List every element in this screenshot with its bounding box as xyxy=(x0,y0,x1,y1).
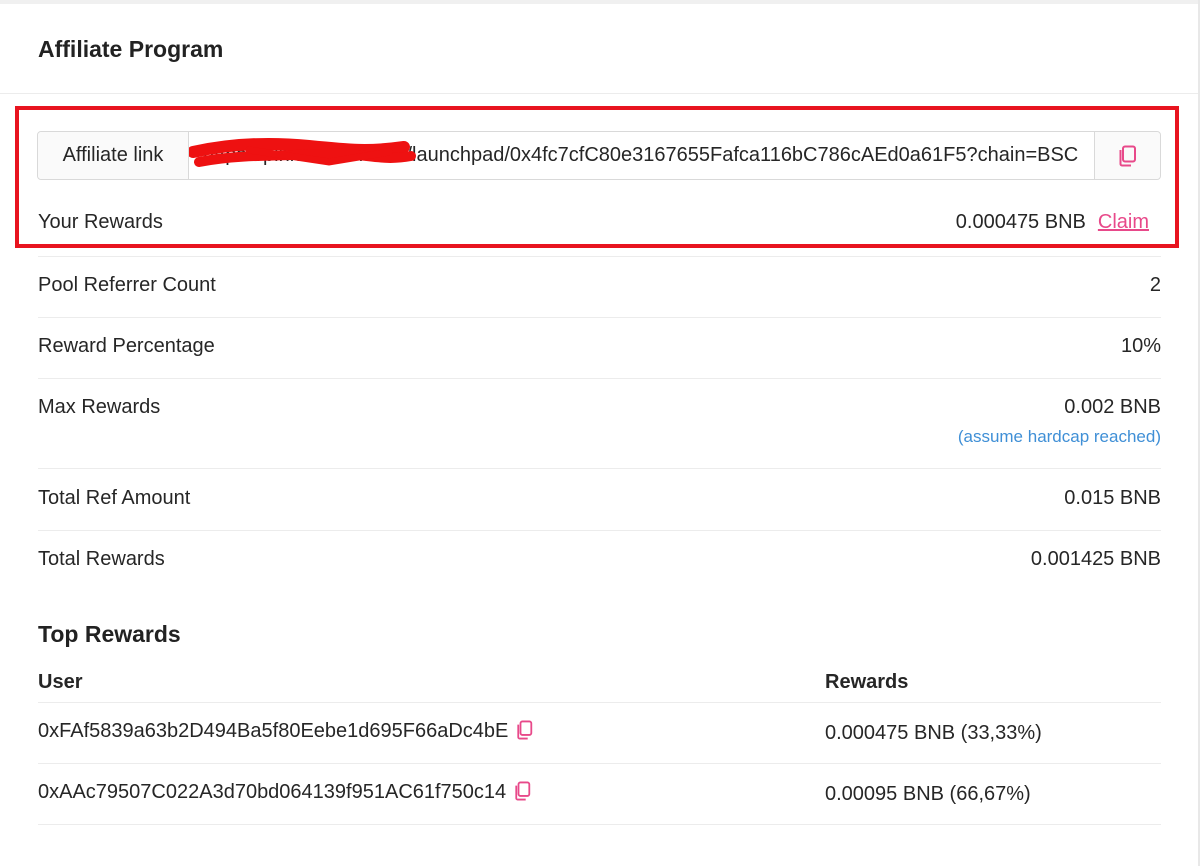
affiliate-link-label: Affiliate link xyxy=(38,132,189,179)
column-header-user: User xyxy=(38,671,83,693)
affiliate-link-group: Affiliate link xyxy=(37,131,1161,180)
total-rewards-label: Total Rewards xyxy=(38,548,165,570)
total-ref-amount-value: 0.015 BNB xyxy=(1064,487,1161,509)
reward-percentage-value: 10% xyxy=(1120,335,1161,357)
max-rewards-row: Max Rewards 0.002 BNB (assume hardcap re… xyxy=(38,396,1161,469)
table-header: User Rewards xyxy=(38,671,1161,703)
your-rewards-value: 0.000475 BNB xyxy=(955,211,1086,233)
user-address: 0xFAf5839a63b2D494Ba5f80Eebe1d695F66aDc4… xyxy=(38,720,509,742)
total-rewards-row: Total Rewards 0.001425 BNB xyxy=(38,548,1161,592)
total-ref-amount-row: Total Ref Amount 0.015 BNB xyxy=(38,487,1161,531)
copy-link-button[interactable] xyxy=(1094,132,1160,179)
max-rewards-value: 0.002 BNB xyxy=(1064,396,1161,418)
rewards-cell: 0.000475 BNB (33,33%) xyxy=(825,721,1042,744)
max-rewards-label: Max Rewards xyxy=(38,396,161,418)
divider xyxy=(38,256,1161,257)
max-rewards-note: (assume hardcap reached) xyxy=(957,427,1161,446)
table-row: 0xAAc79507C022A3d70bd064139f951AC61f750c… xyxy=(38,764,1161,825)
copy-icon xyxy=(515,781,531,801)
pool-referrer-count-row: Pool Referrer Count 2 xyxy=(38,274,1161,318)
user-cell: 0xAAc79507C022A3d70bd064139f951AC61f750c… xyxy=(38,781,825,807)
affiliate-link-field-wrap xyxy=(189,132,1094,179)
claim-link[interactable]: Claim xyxy=(1098,211,1149,233)
reward-percentage-row: Reward Percentage 10% xyxy=(38,335,1161,379)
rewards-cell: 0.00095 BNB (66,67%) xyxy=(825,782,1031,805)
copy-address-button[interactable] xyxy=(516,720,534,746)
copy-icon xyxy=(517,720,533,740)
top-rewards-title: Top Rewards xyxy=(38,621,181,647)
reward-percentage-label: Reward Percentage xyxy=(38,335,215,357)
user-cell: 0xFAf5839a63b2D494Ba5f80Eebe1d695F66aDc4… xyxy=(38,720,825,746)
your-rewards-row: Your Rewards 0.000475 BNB Claim xyxy=(38,211,1161,234)
page-title: Affiliate Program xyxy=(38,36,224,62)
max-rewards-value-wrap: 0.002 BNB (assume hardcap reached) xyxy=(958,396,1161,447)
your-rewards-label: Your Rewards xyxy=(38,211,163,233)
user-address: 0xAAc79507C022A3d70bd064139f951AC61f750c… xyxy=(38,781,507,803)
your-rewards-value-wrap: 0.000475 BNB Claim xyxy=(956,211,1161,234)
card-header: Affiliate Program xyxy=(0,4,1198,94)
affiliate-link-input[interactable] xyxy=(189,132,1094,179)
table-row: 0xFAf5839a63b2D494Ba5f80Eebe1d695F66aDc4… xyxy=(38,703,1161,764)
pool-referrer-count-value: 2 xyxy=(1149,274,1161,296)
copy-address-button[interactable] xyxy=(514,781,532,807)
column-header-rewards: Rewards xyxy=(825,671,909,693)
total-rewards-value: 0.001425 BNB xyxy=(1030,548,1161,570)
top-rewards-table: User Rewards 0xFAf5839a63b2D494Ba5f80Eeb… xyxy=(38,671,1161,825)
total-ref-amount-label: Total Ref Amount xyxy=(38,487,191,509)
copy-icon xyxy=(1119,145,1136,166)
pool-referrer-count-label: Pool Referrer Count xyxy=(38,274,216,296)
